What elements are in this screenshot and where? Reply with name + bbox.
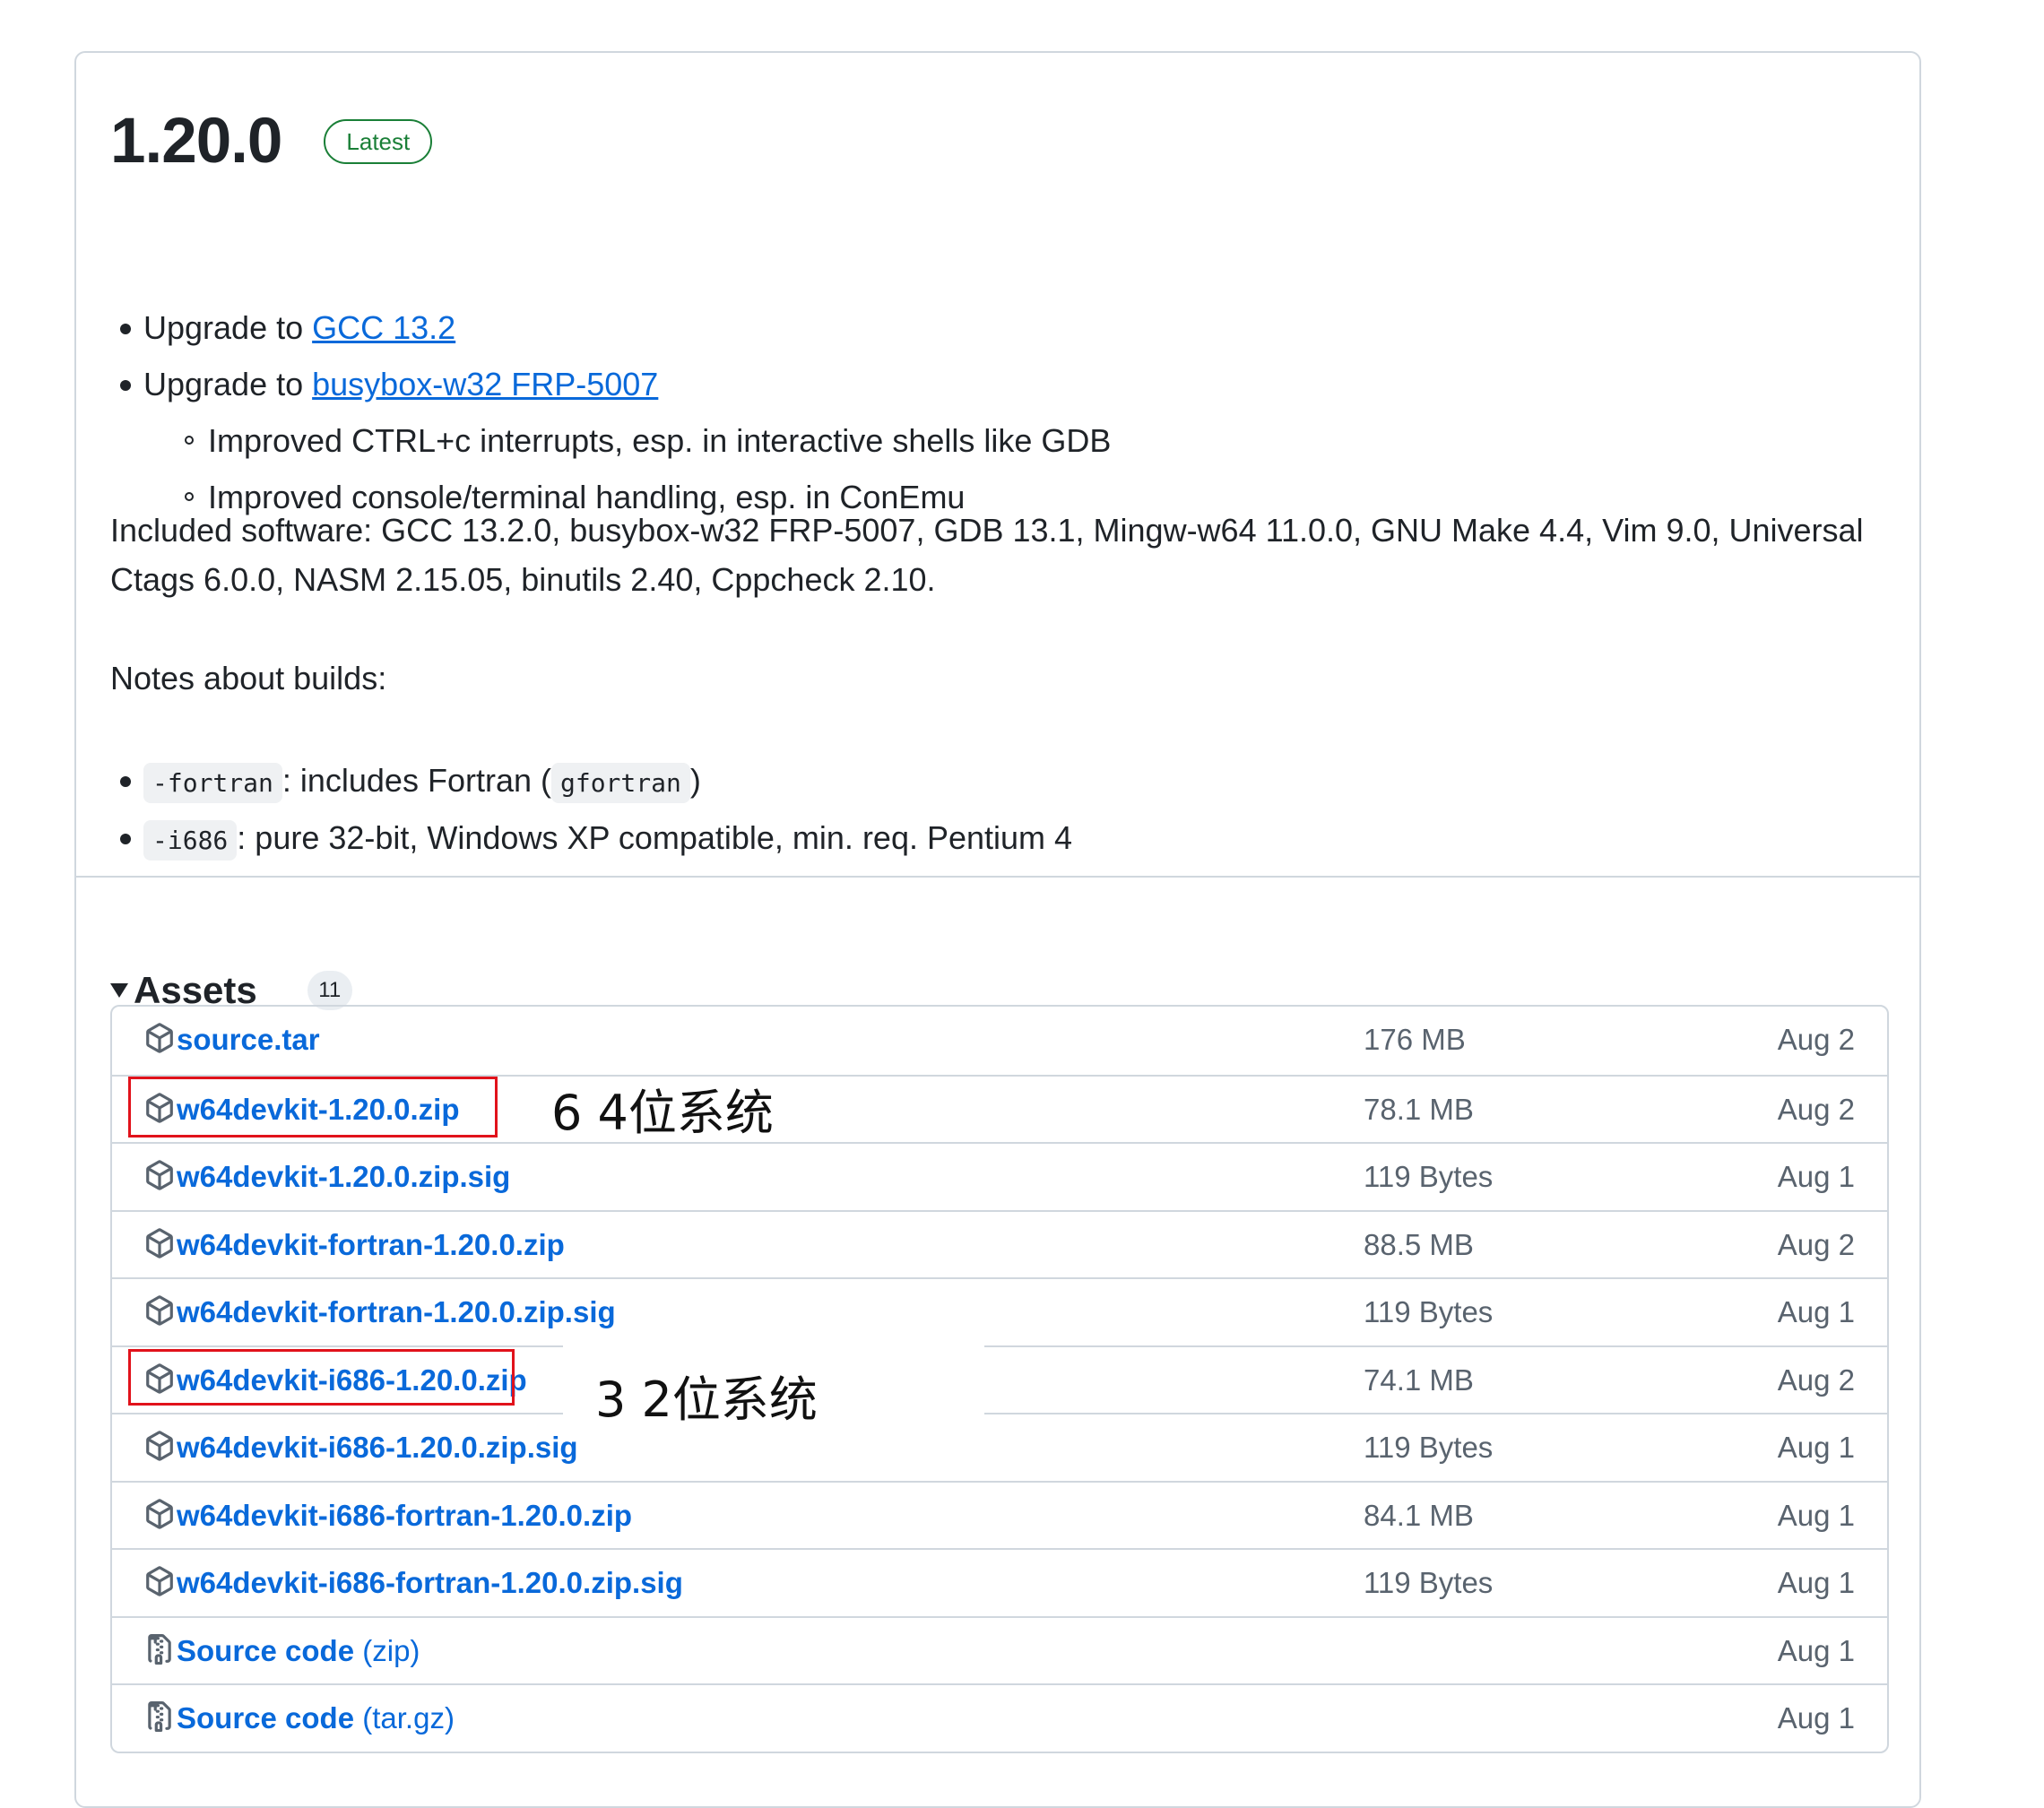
section-divider <box>76 876 1919 878</box>
asset-row: w64devkit-fortran-1.20.0.zip.sig 119 Byte… <box>112 1277 1887 1345</box>
package-icon <box>144 1295 175 1328</box>
bullet-dot-icon <box>120 380 131 391</box>
file-zip-icon <box>144 1633 175 1666</box>
asset-row: Source code (zip) Aug 1 <box>112 1615 1887 1684</box>
code-gfortran: gfortran <box>550 763 690 803</box>
asset-download-link[interactable]: w64devkit-fortran-1.20.0.zip.sig <box>177 1279 616 1345</box>
release-notes-list: Upgrade to GCC 13.2 Upgrade to busybox-w… <box>120 299 1111 525</box>
asset-size: 119 Bytes <box>1364 1566 1494 1599</box>
asset-download-link[interactable]: source.tar <box>177 1007 320 1073</box>
package-icon <box>144 1498 175 1531</box>
asset-date: Aug 1 <box>1777 1295 1855 1328</box>
package-icon <box>144 1227 175 1260</box>
bullet-circle-icon <box>185 492 194 501</box>
code-i686: -i686 <box>143 820 238 861</box>
asset-row: Source code (tar.gz) Aug 1 <box>112 1683 1887 1752</box>
asset-date: Aug 1 <box>1777 1566 1855 1599</box>
asset-download-link[interactable]: w64devkit-i686-fortran-1.20.0.zip.sig <box>177 1550 683 1616</box>
asset-size: 119 Bytes <box>1364 1160 1494 1193</box>
asset-download-link[interactable]: Source code (zip) <box>177 1618 420 1684</box>
asset-date: Aug 1 <box>1777 1498 1855 1532</box>
list-subitem: Improved CTRL+c interrupts, esp. in inte… <box>143 412 1111 469</box>
code-fortran: -fortran <box>143 763 282 803</box>
bullet-dot-icon <box>120 834 131 844</box>
package-icon <box>144 1160 175 1192</box>
busybox-link[interactable]: busybox-w32 FRP-5007 <box>312 366 658 402</box>
package-icon <box>144 1431 175 1463</box>
asset-date: Aug 2 <box>1777 1227 1855 1261</box>
included-software: Included software: GCC 13.2.0, busybox-w… <box>110 512 1864 598</box>
asset-row: source.tar 176 MB Aug 2 <box>112 1007 1887 1075</box>
annotation-32bit: 3 2位系统 <box>595 1371 818 1428</box>
asset-row: w64devkit-i686-fortran-1.20.0.zip 84.1 MB… <box>112 1480 1887 1549</box>
release-version[interactable]: 1.20.0 <box>110 105 282 177</box>
asset-download-link[interactable]: w64devkit-fortran-1.20.0.zip <box>177 1212 565 1278</box>
builds-heading: Notes about builds: <box>110 660 387 696</box>
list-item: Upgrade to GCC 13.2 <box>120 299 1111 356</box>
bullet-dot-icon <box>120 324 131 334</box>
asset-size: 176 MB <box>1364 1023 1466 1056</box>
highlight-box-32bit <box>128 1349 515 1406</box>
asset-date: Aug 2 <box>1777 1023 1855 1056</box>
asset-date: Aug 2 <box>1777 1362 1855 1397</box>
triangle-down-icon <box>110 983 128 998</box>
builds-list: -fortran: includes Fortran (gfortran) -i… <box>120 752 1072 867</box>
asset-download-link[interactable]: w64devkit-1.20.0.zip.sig <box>177 1144 510 1210</box>
asset-date: Aug 2 <box>1777 1092 1855 1126</box>
highlight-box-64bit <box>128 1077 498 1138</box>
release-card: 1.20.0 Latest Upgrade to GCC 13.2 Upgrad… <box>74 51 1921 1808</box>
list-item: Upgrade to busybox-w32 FRP-5007 <box>120 356 1111 412</box>
asset-size: 119 Bytes <box>1364 1431 1494 1464</box>
asset-download-link[interactable]: w64devkit-i686-fortran-1.20.0.zip <box>177 1483 632 1549</box>
list-item: -i686: pure 32-bit, Windows XP compatibl… <box>120 809 1072 867</box>
asset-date: Aug 1 <box>1777 1431 1855 1464</box>
latest-badge: Latest <box>324 118 433 164</box>
asset-download-link[interactable]: Source code (tar.gz) <box>177 1685 455 1752</box>
package-icon <box>144 1023 175 1055</box>
bullet-circle-icon <box>185 436 194 445</box>
asset-date: Aug 1 <box>1777 1701 1855 1734</box>
asset-size: 88.5 MB <box>1364 1227 1474 1261</box>
file-zip-icon <box>144 1701 175 1734</box>
release-header: 1.20.0 Latest <box>110 105 433 177</box>
asset-download-link[interactable]: w64devkit-i686-1.20.0.zip.sig <box>177 1414 578 1481</box>
asset-row: w64devkit-1.20.0.zip.sig 119 Bytes Aug 1 <box>112 1142 1887 1210</box>
asset-size: 78.1 MB <box>1364 1092 1474 1126</box>
package-icon <box>144 1566 175 1598</box>
asset-size: 84.1 MB <box>1364 1498 1474 1532</box>
asset-size: 119 Bytes <box>1364 1295 1494 1328</box>
asset-row: w64devkit-i686-fortran-1.20.0.zip.sig 119… <box>112 1548 1887 1616</box>
asset-date: Aug 1 <box>1777 1160 1855 1193</box>
list-item: -fortran: includes Fortran (gfortran) <box>120 752 1072 809</box>
bullet-dot-icon <box>120 776 131 787</box>
asset-row: w64devkit-i686-1.20.0.zip.sig 119 Bytes Au… <box>112 1413 1887 1481</box>
annotation-64bit: 6 4位系统 <box>551 1085 774 1141</box>
asset-date: Aug 1 <box>1777 1633 1855 1667</box>
asset-row: w64devkit-fortran-1.20.0.zip 88.5 MB Aug 2 <box>112 1209 1887 1278</box>
asset-size: 74.1 MB <box>1364 1362 1474 1397</box>
gcc-link[interactable]: GCC 13.2 <box>312 309 455 346</box>
